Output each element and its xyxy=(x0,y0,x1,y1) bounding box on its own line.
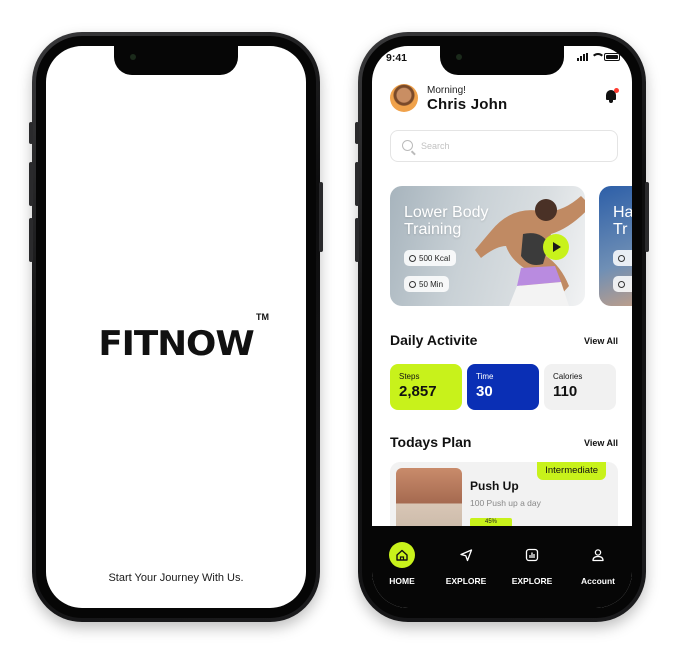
stat-value: 30 xyxy=(476,383,493,400)
workout-title: Ha Tr xyxy=(613,204,632,238)
notch xyxy=(440,45,564,75)
battery-icon xyxy=(604,53,620,61)
todays-plan-view-all[interactable]: View All xyxy=(584,438,618,448)
mute-switch xyxy=(29,122,33,144)
todays-plan-title: Todays Plan xyxy=(390,434,472,450)
duration-chip xyxy=(613,276,632,292)
tab-label: Account xyxy=(581,576,615,586)
camera-icon xyxy=(130,54,136,60)
user-icon xyxy=(592,549,604,562)
chart-icon xyxy=(525,548,539,562)
user-name: Chris John xyxy=(427,96,508,113)
app-logo: FITNOW xyxy=(98,324,254,364)
tab-label: HOME xyxy=(389,576,415,586)
power-button xyxy=(319,182,323,252)
tab-label: EXPLORE xyxy=(511,576,553,586)
phone-splash: FITNOW TM Start Your Journey With Us. xyxy=(29,32,323,622)
workout-card-next[interactable]: Ha Tr xyxy=(599,186,632,306)
tab-label: EXPLORE xyxy=(445,576,487,586)
tab-explore[interactable]: EXPLORE xyxy=(436,542,496,586)
time-card[interactable]: Time 30 xyxy=(467,364,539,410)
splash-tagline: Start Your Journey With Us. xyxy=(108,572,244,584)
wifi-icon xyxy=(591,53,605,61)
home-screen: 9:41 Morning! Chris John Search Lower Bo… xyxy=(372,46,632,608)
stat-value: 110 xyxy=(553,383,578,400)
search-placeholder: Search xyxy=(421,141,450,151)
workout-title: Lower Body Training xyxy=(404,204,489,238)
tab-home[interactable]: HOME xyxy=(372,542,432,586)
splash-screen: FITNOW TM Start Your Journey With Us. xyxy=(46,46,306,608)
workout-card-lower-body[interactable]: Lower Body Training 500 Kcal 50 Min xyxy=(390,186,585,306)
send-icon xyxy=(460,549,473,562)
mute-switch xyxy=(355,122,359,144)
tab-explore-stats[interactable]: EXPLORE xyxy=(502,542,562,586)
daily-activity-title: Daily Activite xyxy=(390,332,478,348)
play-button[interactable] xyxy=(543,234,569,260)
phone-home: 9:41 Morning! Chris John Search Lower Bo… xyxy=(355,32,649,622)
greeting-text: Morning! xyxy=(427,85,466,96)
volume-down-button xyxy=(355,218,359,262)
steps-card[interactable]: Steps 2,857 xyxy=(390,364,462,410)
calories-chip xyxy=(613,250,632,266)
stat-label: Time xyxy=(476,372,494,381)
trademark-mark: TM xyxy=(256,312,269,322)
home-icon xyxy=(396,549,408,561)
stat-label: Steps xyxy=(399,372,420,381)
timer-icon xyxy=(409,280,416,288)
duration-chip: 50 Min xyxy=(404,276,450,292)
notification-bell-icon[interactable] xyxy=(604,88,619,104)
avatar[interactable] xyxy=(390,84,418,112)
volume-down-button xyxy=(29,218,33,262)
stat-value: 2,857 xyxy=(399,383,437,400)
search-input[interactable]: Search xyxy=(390,130,618,162)
stat-label: Calories xyxy=(553,372,583,381)
plan-subtitle: 100 Push up a day xyxy=(470,498,541,508)
power-button xyxy=(645,182,649,252)
notification-dot xyxy=(614,88,619,93)
fire-icon xyxy=(618,254,625,262)
level-badge: Intermediate xyxy=(537,462,606,480)
fire-icon xyxy=(409,254,416,262)
bottom-tab-bar: HOME EXPLORE EXPLORE Account xyxy=(372,526,632,608)
status-time: 9:41 xyxy=(386,52,408,64)
search-icon xyxy=(402,140,413,151)
notch xyxy=(114,45,238,75)
camera-icon xyxy=(456,54,462,60)
tab-account[interactable]: Account xyxy=(568,542,628,586)
timer-icon xyxy=(618,280,625,288)
calories-card[interactable]: Calories 110 xyxy=(544,364,616,410)
signal-icon xyxy=(577,53,588,61)
daily-activity-view-all[interactable]: View All xyxy=(584,336,618,346)
volume-up-button xyxy=(355,162,359,206)
volume-up-button xyxy=(29,162,33,206)
calories-chip: 500 Kcal xyxy=(404,250,457,266)
plan-name: Push Up xyxy=(470,479,519,493)
